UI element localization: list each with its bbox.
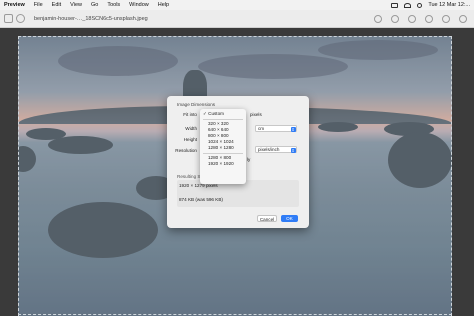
search-icon[interactable]	[417, 2, 423, 8]
rotate-icon[interactable]	[442, 14, 450, 23]
window-title: benjamin-houser-…_18SCN6c5-unsplash.jpeg	[34, 15, 148, 22]
option-1280[interactable]: 1280 × 1280	[200, 145, 246, 151]
zoom-out-icon[interactable]	[374, 14, 382, 23]
fit-into-dropdown-menu: ✓ Custom 320 × 320 640 × 640 800 × 800 1…	[200, 109, 246, 184]
chevron-updown-icon: ⇕	[290, 126, 296, 132]
window-toolbar: benjamin-houser-…_18SCN6c5-unsplash.jpeg	[0, 10, 474, 28]
resample-label: ly	[247, 157, 251, 162]
resolution-unit-select[interactable]: pixels/inch ⇕	[255, 146, 297, 153]
menu-view[interactable]: View	[70, 2, 82, 8]
height-label: Height	[183, 137, 197, 142]
search-toolbar-icon[interactable]	[459, 14, 467, 23]
menu-separator	[203, 152, 243, 154]
option-custom[interactable]: ✓ Custom	[200, 111, 246, 117]
resulting-filesize: 874 KB (was 596 KB)	[179, 197, 223, 202]
ok-button[interactable]: OK	[281, 215, 298, 222]
units-select-value: cm	[258, 126, 265, 131]
option-1920[interactable]: 1920 × 1920	[200, 161, 246, 167]
chevron-updown-icon: ⇕	[290, 147, 296, 153]
markup-icon[interactable]	[425, 14, 433, 23]
cancel-button[interactable]: Cancel	[257, 215, 277, 222]
resolution-label: Resolution	[175, 148, 197, 153]
dialog-title: Image Dimensions	[177, 102, 216, 107]
fit-into-unit: pixels	[250, 112, 262, 117]
width-label: Width	[185, 126, 197, 131]
menu-edit[interactable]: Edit	[52, 2, 61, 8]
zoom-in-icon[interactable]	[391, 14, 399, 23]
menu-bar: Preview File Edit View Go Tools Window H…	[0, 0, 474, 10]
status-area: Tue 12 Mar 12:...	[391, 2, 470, 8]
menu-app-preview[interactable]: Preview	[4, 2, 25, 8]
sidebar-toggle-icon[interactable]	[4, 14, 13, 23]
share-icon[interactable]	[408, 14, 416, 23]
menu-help[interactable]: Help	[158, 2, 169, 8]
menu-separator	[203, 118, 243, 120]
resolution-unit-value: pixels/inch	[258, 147, 280, 152]
menu-file[interactable]: File	[34, 2, 43, 8]
wifi-icon[interactable]	[404, 2, 412, 8]
clock[interactable]: Tue 12 Mar 12:...	[428, 2, 470, 8]
battery-icon[interactable]	[391, 2, 399, 8]
menu-window[interactable]: Window	[129, 2, 149, 8]
info-icon[interactable]	[16, 14, 25, 23]
fit-into-label: Fit into	[183, 112, 197, 117]
units-select[interactable]: cm ⇕	[255, 125, 297, 132]
menu-go[interactable]: Go	[91, 2, 98, 8]
menu-tools[interactable]: Tools	[107, 2, 120, 8]
resulting-size-box: 1920 × 1279 pixels 874 KB (was 596 KB)	[177, 180, 299, 207]
